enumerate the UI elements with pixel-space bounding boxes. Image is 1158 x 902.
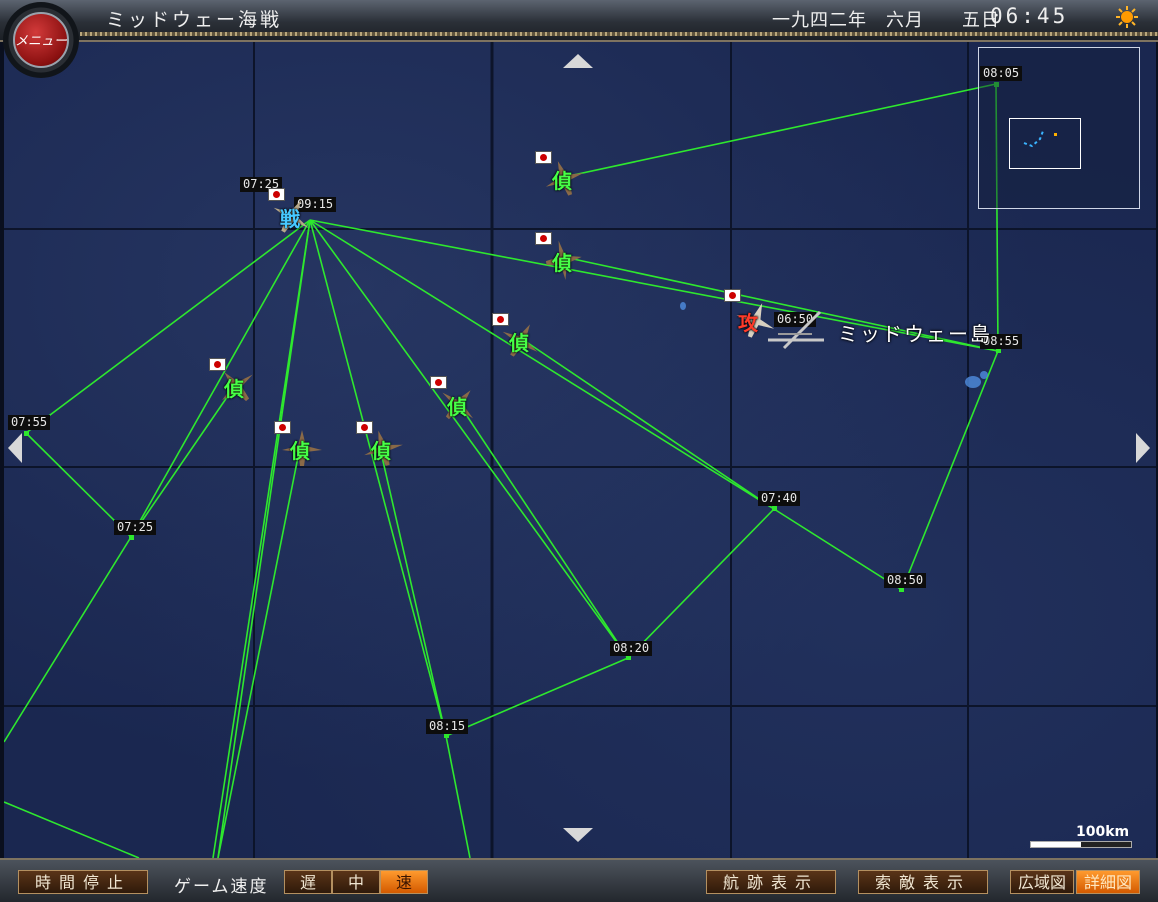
scout-plane[interactable]: 偵 [361, 426, 405, 470]
attack-kanji: 攻 [738, 311, 758, 335]
pause-time-button[interactable]: 時間停止 [18, 870, 148, 894]
scout-plane[interactable]: 偵 [214, 364, 258, 408]
game-speed-label: ゲーム速度 [174, 877, 269, 897]
waypoint-label: 08:05 [980, 66, 1023, 81]
sun-icon [1116, 6, 1138, 28]
fighter-kanji: 戦 [280, 207, 300, 231]
scroll-up-arrow-icon[interactable] [561, 52, 595, 70]
scale-bar [1030, 841, 1132, 848]
midway-island-label: ミッドウェー島 [838, 322, 992, 346]
waypoint-label: 08:50 [884, 573, 927, 588]
waypoint-label: 08:20 [610, 641, 653, 656]
decorative-rivet-strip [80, 32, 1158, 36]
scout-plane[interactable]: 偵 [542, 238, 586, 282]
bottom-toolbar: 時間停止 ゲーム速度 遅 中 速 航跡表示 索敵表示 広域図 詳細図 [0, 858, 1158, 902]
scout-kanji: 偵 [552, 251, 572, 275]
track-display-button[interactable]: 航跡表示 [706, 870, 836, 894]
scout-kanji: 偵 [371, 439, 391, 463]
scout-plane[interactable]: 偵 [542, 156, 586, 200]
scout-kanji: 偵 [552, 169, 572, 193]
scroll-down-arrow-icon[interactable] [561, 826, 595, 844]
speed-slow-button[interactable]: 遅 [284, 870, 332, 894]
search-display-button[interactable]: 索敵表示 [858, 870, 988, 894]
scout-kanji: 偵 [290, 439, 310, 463]
waypoint-label: 07:25 [114, 520, 157, 535]
scroll-right-arrow-icon[interactable] [1134, 431, 1152, 465]
fighter-unit[interactable]: 戦 [270, 194, 314, 238]
scout-kanji: 偵 [224, 377, 244, 401]
scout-plane[interactable]: 偵 [437, 382, 481, 426]
minimap-viewport[interactable] [1009, 118, 1081, 169]
scale-label: 100km [1076, 824, 1130, 840]
waypoint-label: 07:55 [8, 415, 51, 430]
game-date: 一九四二年 六月 五日 [772, 10, 1000, 31]
detail-map-button[interactable]: 詳細図 [1076, 870, 1140, 894]
waypoint-label: 07:40 [758, 491, 801, 506]
game-window: 08:05 07:55 07:25 07:40 08:50 08:55 08:2… [0, 0, 1158, 902]
speed-medium-button[interactable]: 中 [332, 870, 380, 894]
scout-plane[interactable]: 偵 [499, 318, 543, 362]
scenario-title: ミッドウェー海戦 [106, 9, 283, 31]
waypoint-label: 08:15 [426, 719, 469, 734]
scout-plane[interactable]: 偵 [280, 426, 324, 470]
wide-map-button[interactable]: 広域図 [1010, 870, 1074, 894]
scout-kanji: 偵 [509, 331, 529, 355]
game-time: 06:45 [990, 4, 1069, 28]
title-bar: ミッドウェー海戦 一九四二年 六月 五日 06:45 [0, 0, 1158, 42]
scroll-left-arrow-icon[interactable] [6, 431, 24, 465]
speed-fast-button[interactable]: 速 [380, 870, 428, 894]
airfield-icon [768, 310, 824, 350]
minimap-route-icon [1023, 130, 1057, 148]
menu-button-label: メニュー [13, 12, 69, 68]
scout-kanji: 偵 [447, 395, 467, 419]
menu-button[interactable]: メニュー [3, 2, 79, 78]
tactical-map[interactable]: 08:05 07:55 07:25 07:40 08:50 08:55 08:2… [4, 42, 1156, 858]
